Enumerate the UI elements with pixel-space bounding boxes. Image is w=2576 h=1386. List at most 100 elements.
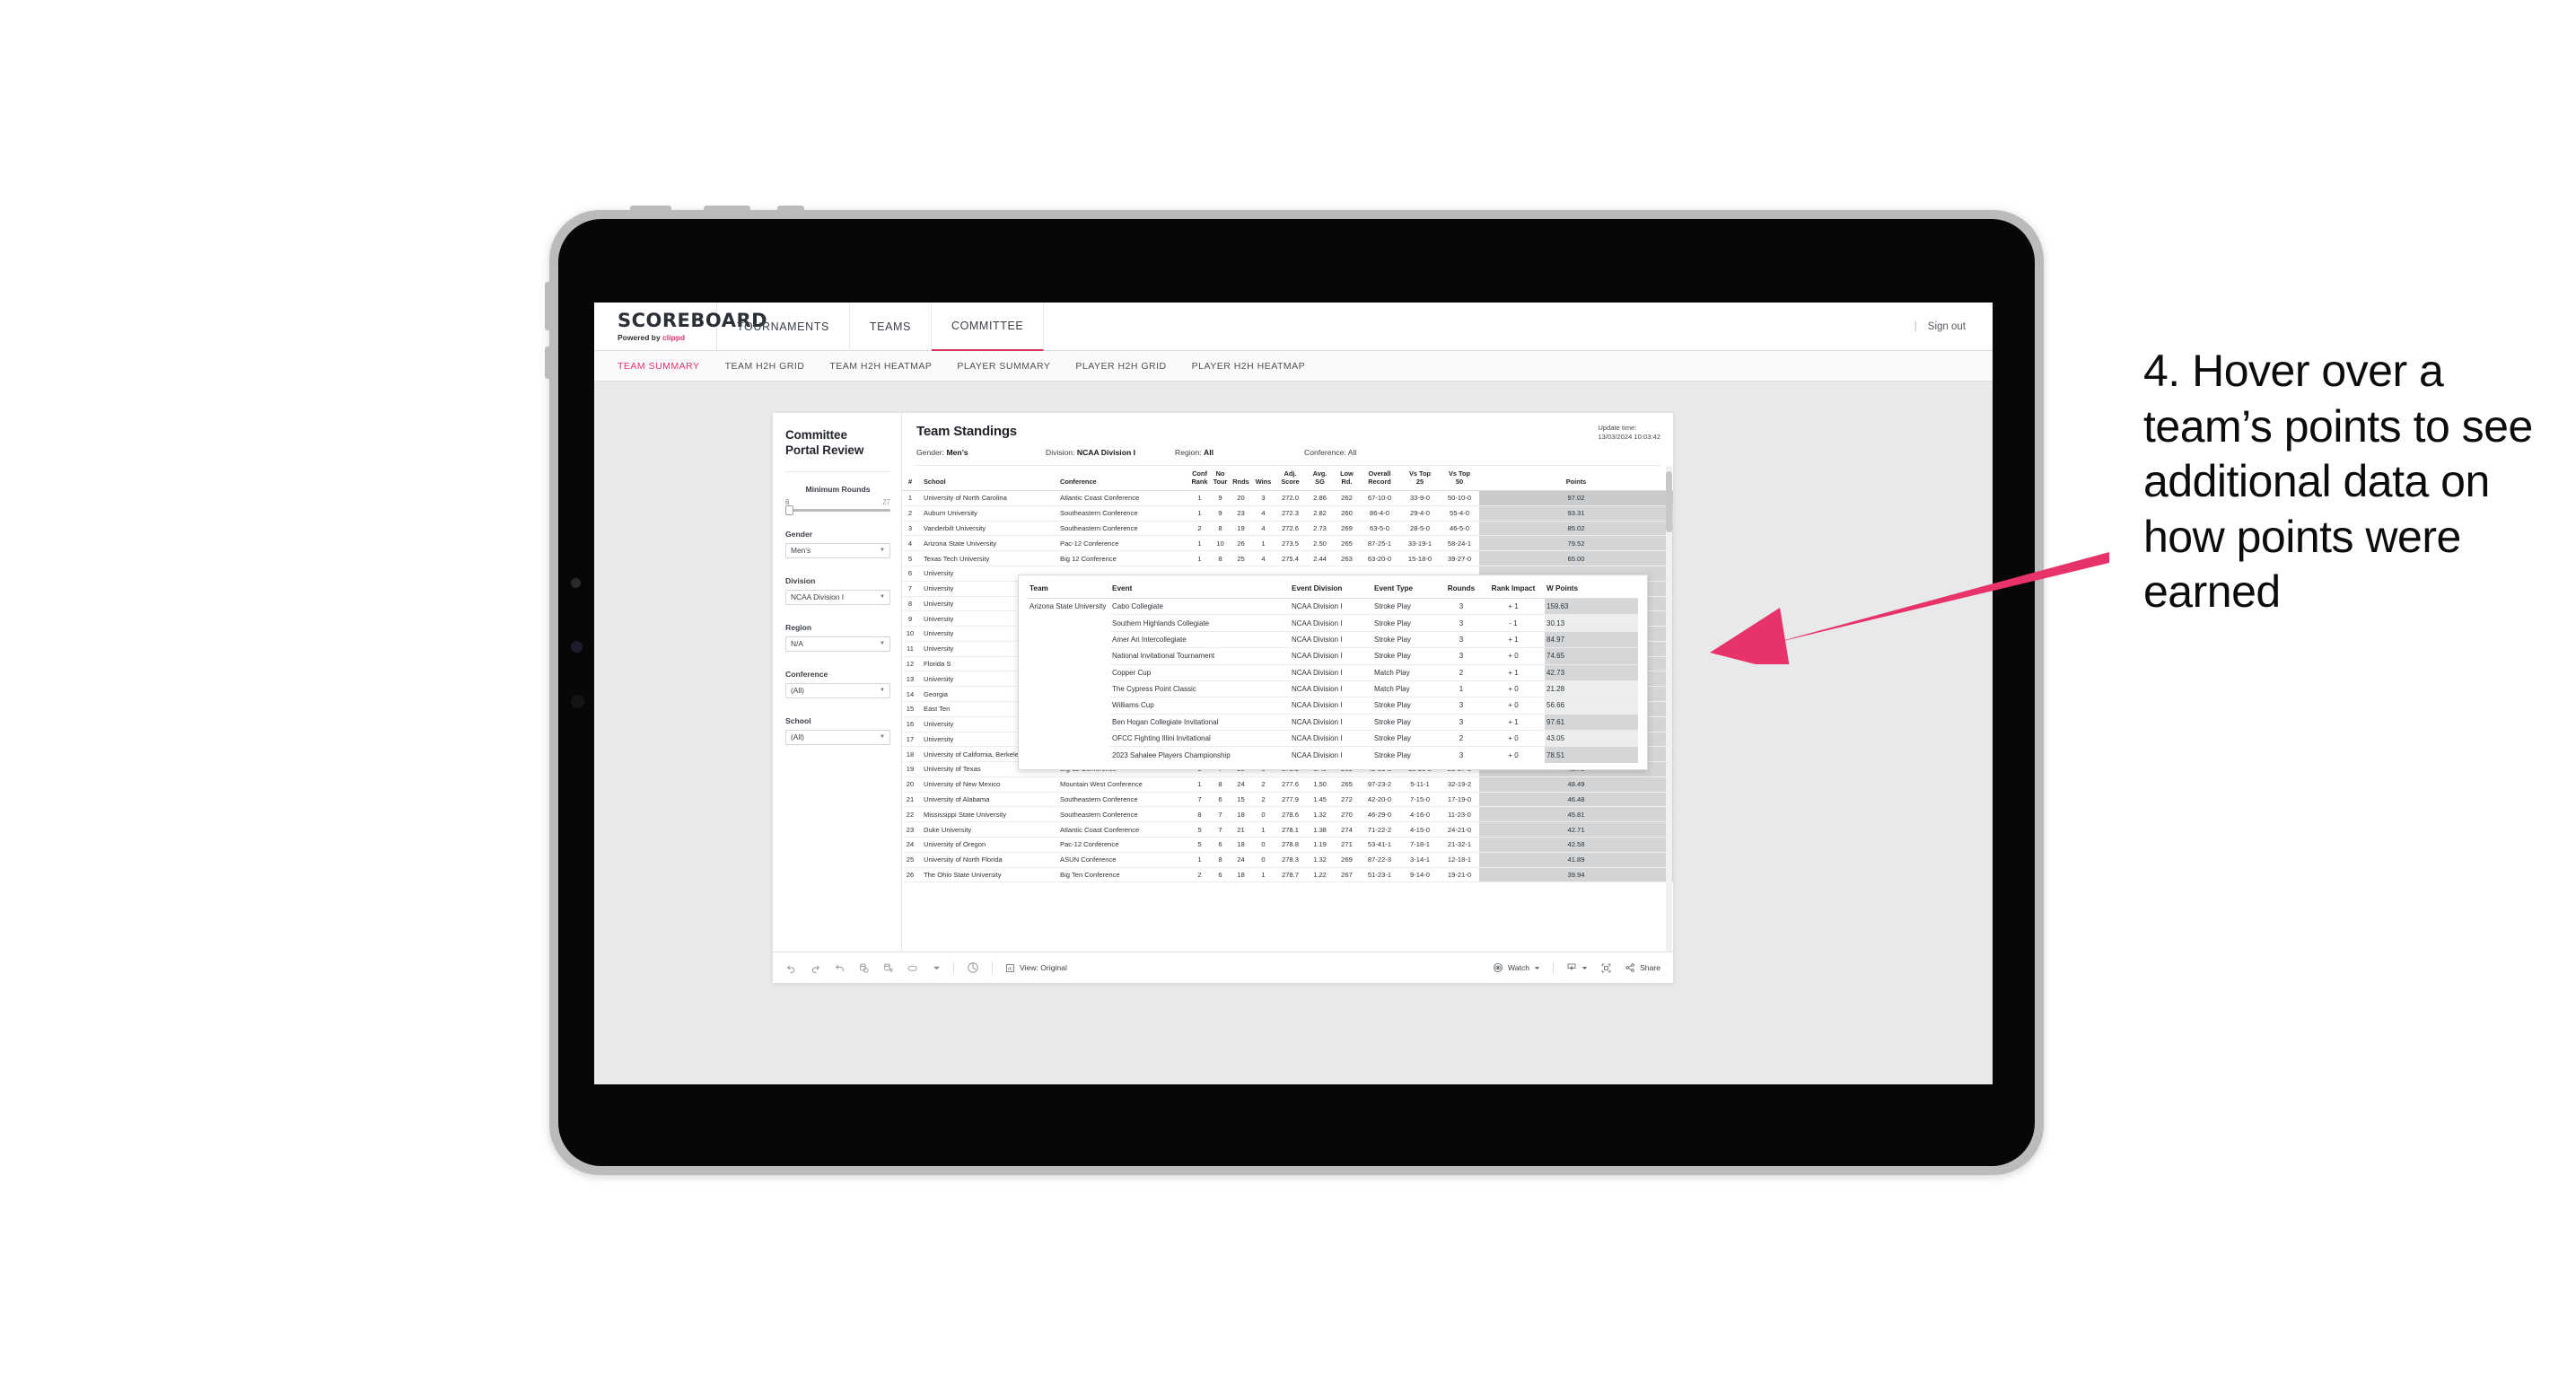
table-vertical-scrollbar[interactable] bbox=[1666, 466, 1672, 952]
th-no-tour[interactable]: No Tour bbox=[1210, 466, 1231, 492]
cell-rnds: 18 bbox=[1231, 806, 1251, 823]
table-row[interactable]: 3 Vanderbilt University Southeastern Confe… bbox=[902, 521, 1673, 537]
chevron-down-icon[interactable] bbox=[933, 964, 941, 972]
cell-conf-rank: 1 bbox=[1189, 535, 1210, 552]
share-button[interactable]: Share bbox=[1625, 962, 1660, 973]
th-conference[interactable]: Conference bbox=[1055, 466, 1189, 492]
cell-low-rd: 272 bbox=[1335, 792, 1359, 808]
cell-vs-top-25: 15-18-0 bbox=[1400, 550, 1440, 566]
tablet-top-button-1 bbox=[630, 206, 671, 212]
cell-points[interactable]: 46.48 bbox=[1479, 792, 1673, 808]
cell-points[interactable]: 45.81 bbox=[1479, 806, 1673, 823]
tooltip-event-cell: Cabo Collegiate bbox=[1110, 597, 1290, 615]
region-select[interactable]: N/A ▼ bbox=[785, 636, 890, 652]
pause-auto-update-icon[interactable] bbox=[882, 962, 894, 974]
conference-select[interactable]: (All) ▼ bbox=[785, 682, 890, 698]
cell-points[interactable]: 41.89 bbox=[1479, 852, 1673, 868]
school-select[interactable]: (All) ▼ bbox=[785, 729, 890, 745]
tooltip-type-cell: Stroke Play bbox=[1372, 614, 1441, 632]
tooltip-thead: Team Event Event Division Event Type Rou… bbox=[1028, 583, 1638, 599]
th-points[interactable]: Points bbox=[1479, 466, 1673, 492]
gender-select[interactable]: Men’s ▼ bbox=[785, 542, 890, 558]
cell-adj-score: 273.5 bbox=[1275, 535, 1305, 552]
cell-points[interactable]: 93.31 bbox=[1479, 505, 1673, 522]
tooltip-event-cell: Copper Cup bbox=[1110, 663, 1290, 681]
table-row[interactable]: 4 Arizona State University Pac-12 Conferen… bbox=[902, 535, 1673, 552]
view-original-button[interactable]: View: Original bbox=[1005, 963, 1067, 973]
th-conf-rank[interactable]: Conf Rank bbox=[1189, 466, 1210, 492]
th-overall-record[interactable]: Overall Record bbox=[1359, 466, 1400, 492]
th-avg-sg[interactable]: Avg. SG bbox=[1305, 466, 1335, 492]
undo-icon[interactable] bbox=[785, 962, 797, 974]
sign-out-link[interactable]: Sign out bbox=[1928, 321, 1966, 332]
tooltip-division-cell: NCAA Division I bbox=[1290, 729, 1372, 747]
fullscreen-icon[interactable] bbox=[1600, 962, 1612, 974]
tooltip-team-cell: Arizona State University bbox=[1028, 597, 1110, 763]
minimum-rounds-slider[interactable] bbox=[785, 504, 890, 515]
cell-vs-top-25: 29-4-0 bbox=[1400, 505, 1440, 522]
th-vs-top-50[interactable]: Vs Top 50 bbox=[1440, 466, 1479, 492]
th-school[interactable]: School bbox=[918, 466, 1055, 492]
lens-dot-icon bbox=[571, 695, 584, 708]
camera-dot-icon bbox=[571, 578, 581, 588]
download-button[interactable] bbox=[1566, 962, 1588, 973]
cell-school: University of New Mexico bbox=[918, 776, 1055, 793]
min-rounds-high: 27 bbox=[882, 497, 890, 506]
tooltip-row: Williams Cup NCAA Division I Stroke Play 3 +… bbox=[1028, 697, 1638, 715]
table-row[interactable]: 26 The Ohio State University Big Ten Confe… bbox=[902, 867, 1673, 883]
refresh-data-icon[interactable] bbox=[858, 962, 870, 974]
tooltip-rounds-cell: 3 bbox=[1441, 597, 1482, 615]
logo-tagline: Powered by clippd bbox=[618, 333, 716, 342]
th-wins[interactable]: Wins bbox=[1251, 466, 1275, 492]
highlight-icon[interactable] bbox=[967, 961, 979, 974]
tab-player-summary[interactable]: PLAYER SUMMARY bbox=[957, 361, 1050, 372]
table-row[interactable]: 23 Duke University Atlantic Coast Conferen… bbox=[902, 821, 1673, 838]
cell-points[interactable]: 42.58 bbox=[1479, 837, 1673, 853]
tab-player-h2h-grid[interactable]: PLAYER H2H GRID bbox=[1075, 361, 1166, 372]
table-row[interactable]: 22 Mississippi State University Southeaste… bbox=[902, 806, 1673, 823]
division-select[interactable]: NCAA Division I ▼ bbox=[785, 589, 890, 605]
cell-points[interactable]: 42.71 bbox=[1479, 821, 1673, 838]
scrollbar-thumb[interactable] bbox=[1666, 471, 1672, 532]
table-row[interactable]: 5 Texas Tech University Big 12 Conference 1… bbox=[902, 550, 1673, 566]
nav-item-committee[interactable]: COMMITTEE bbox=[931, 303, 1045, 351]
table-row[interactable]: 20 University of New Mexico Mountain West … bbox=[902, 776, 1673, 793]
cell-wins: 0 bbox=[1251, 806, 1275, 823]
tooltip-rounds-cell: 3 bbox=[1441, 614, 1482, 632]
th-low-rd[interactable]: Low Rd. bbox=[1335, 466, 1359, 492]
cell-points[interactable]: 65.00 bbox=[1479, 550, 1673, 566]
watch-button[interactable]: Watch bbox=[1493, 962, 1540, 973]
table-row[interactable]: 24 University of Oregon Pac-12 Conference 5… bbox=[902, 837, 1673, 853]
cell-points[interactable]: 97.02 bbox=[1479, 490, 1673, 506]
nav-item-tournaments[interactable]: TOURNAMENTS bbox=[717, 303, 850, 351]
cell-points[interactable]: 48.49 bbox=[1479, 776, 1673, 793]
pause-icon[interactable] bbox=[907, 962, 920, 974]
cell-no-tour: 8 bbox=[1210, 521, 1231, 537]
th-vs-top-25[interactable]: Vs Top 25 bbox=[1400, 466, 1440, 492]
tab-team-summary[interactable]: TEAM SUMMARY bbox=[618, 361, 700, 372]
slider-handle[interactable] bbox=[785, 504, 793, 515]
table-row[interactable]: 25 University of North Florida ASUN Confer… bbox=[902, 852, 1673, 868]
table-row[interactable]: 21 University of Alabama Southeastern Conf… bbox=[902, 792, 1673, 808]
th-adj-score[interactable]: Adj. Score bbox=[1275, 466, 1305, 492]
nav-item-teams[interactable]: TEAMS bbox=[850, 303, 932, 351]
cell-points[interactable]: 39.94 bbox=[1479, 867, 1673, 883]
cell-points[interactable]: 85.02 bbox=[1479, 521, 1673, 537]
tab-team-h2h-grid[interactable]: TEAM H2H GRID bbox=[725, 361, 805, 372]
table-row[interactable]: 1 University of North Carolina Atlantic Co… bbox=[902, 490, 1673, 506]
revert-icon[interactable] bbox=[834, 962, 846, 974]
applied-conference-value: All bbox=[1347, 448, 1357, 457]
cell-adj-score: 277.6 bbox=[1275, 776, 1305, 793]
cell-points[interactable]: 79.52 bbox=[1479, 535, 1673, 552]
app-logo[interactable]: SCOREBOARD Powered by clippd bbox=[594, 303, 767, 350]
redo-icon[interactable] bbox=[810, 962, 821, 974]
standings-header-row: # School Conference Conf Rank No Tour Rnds… bbox=[902, 466, 1673, 492]
table-row[interactable]: 2 Auburn University Southeastern Conferenc… bbox=[902, 505, 1673, 522]
tab-team-h2h-heatmap[interactable]: TEAM H2H HEATMAP bbox=[829, 361, 932, 372]
applied-division-value: NCAA Division I bbox=[1076, 448, 1135, 457]
th-rank[interactable]: # bbox=[902, 466, 918, 492]
filter-division: Division NCAA Division I ▼ bbox=[785, 576, 890, 605]
tab-player-h2h-heatmap[interactable]: PLAYER H2H HEATMAP bbox=[1192, 361, 1305, 372]
th-rnds[interactable]: Rnds bbox=[1231, 466, 1251, 492]
applied-gender-value: Men’s bbox=[946, 448, 968, 457]
